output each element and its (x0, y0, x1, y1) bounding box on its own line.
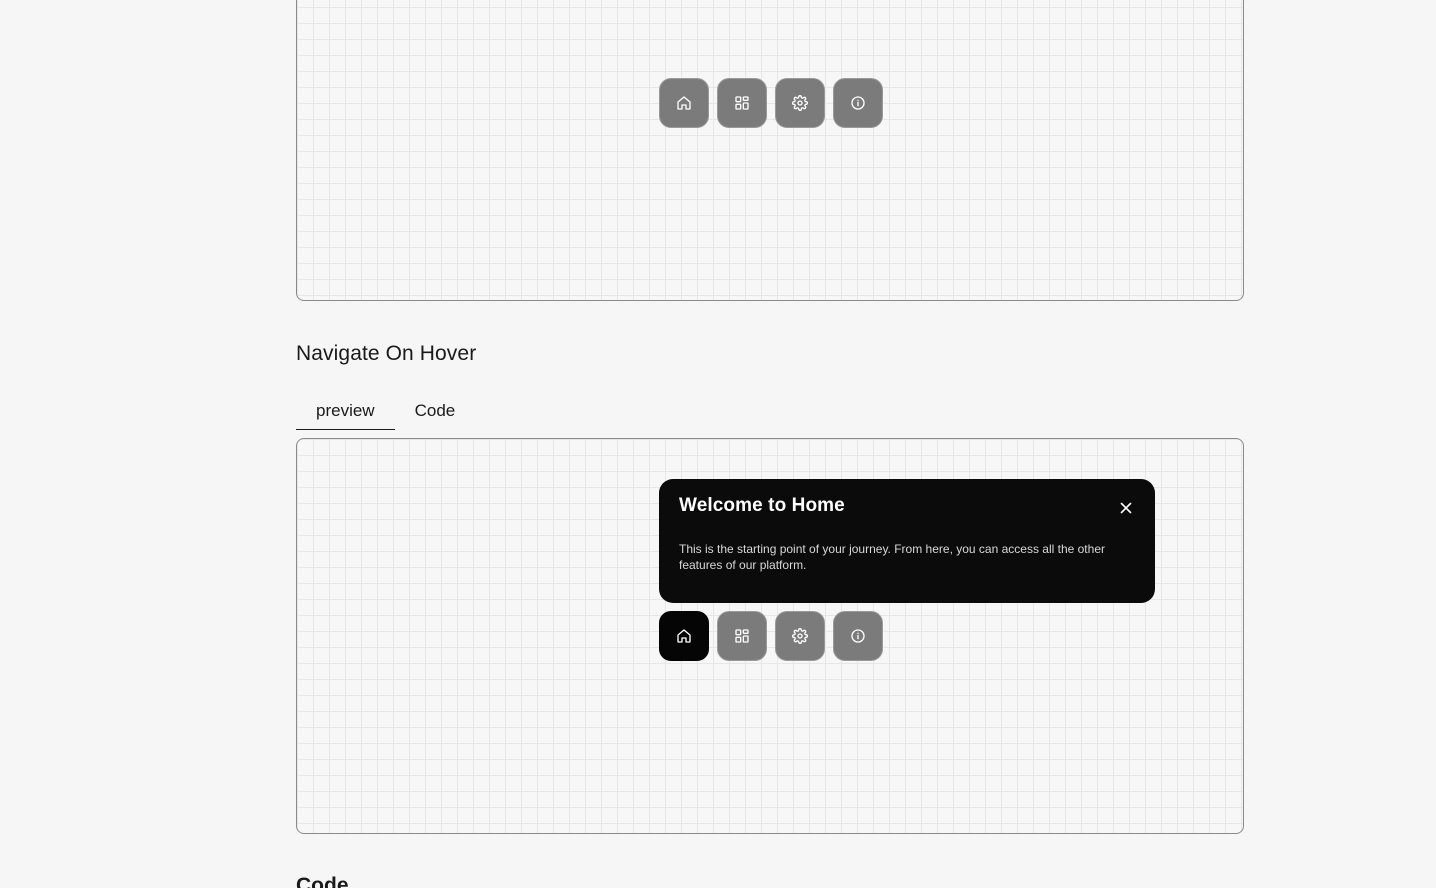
home-button[interactable] (659, 78, 709, 128)
settings-button[interactable] (775, 78, 825, 128)
grid-button[interactable] (717, 78, 767, 128)
page: Navigate On Hover preview Code Welcome t… (0, 0, 1436, 888)
tab-preview[interactable]: preview (296, 392, 395, 430)
settings-button[interactable] (775, 611, 825, 661)
info-button[interactable] (833, 78, 883, 128)
info-button[interactable] (833, 611, 883, 661)
welcome-popover: Welcome to Home This is the starting poi… (659, 479, 1155, 603)
popover-close-button[interactable] (1117, 499, 1135, 517)
info-icon (851, 629, 865, 643)
tab-code[interactable]: Code (395, 392, 476, 430)
bottom-preview-panel: Welcome to Home This is the starting poi… (296, 438, 1244, 834)
grid-icon (735, 96, 749, 110)
tab-bar: preview Code (296, 392, 475, 430)
popover-description: This is the starting point of your journ… (679, 542, 1105, 572)
popover-title: Welcome to Home (679, 495, 845, 516)
grid-button[interactable] (717, 611, 767, 661)
bottom-dock (659, 611, 883, 661)
info-icon (851, 96, 865, 110)
settings-icon (792, 95, 808, 111)
section-title: Navigate On Hover (296, 342, 477, 365)
close-icon (1120, 502, 1132, 514)
settings-icon (792, 628, 808, 644)
home-button-active[interactable] (659, 611, 709, 661)
top-preview-panel (296, 0, 1244, 301)
home-icon (677, 629, 691, 643)
home-icon (677, 96, 691, 110)
top-dock (659, 78, 883, 128)
code-section-heading: Code (296, 874, 349, 888)
grid-icon (735, 629, 749, 643)
